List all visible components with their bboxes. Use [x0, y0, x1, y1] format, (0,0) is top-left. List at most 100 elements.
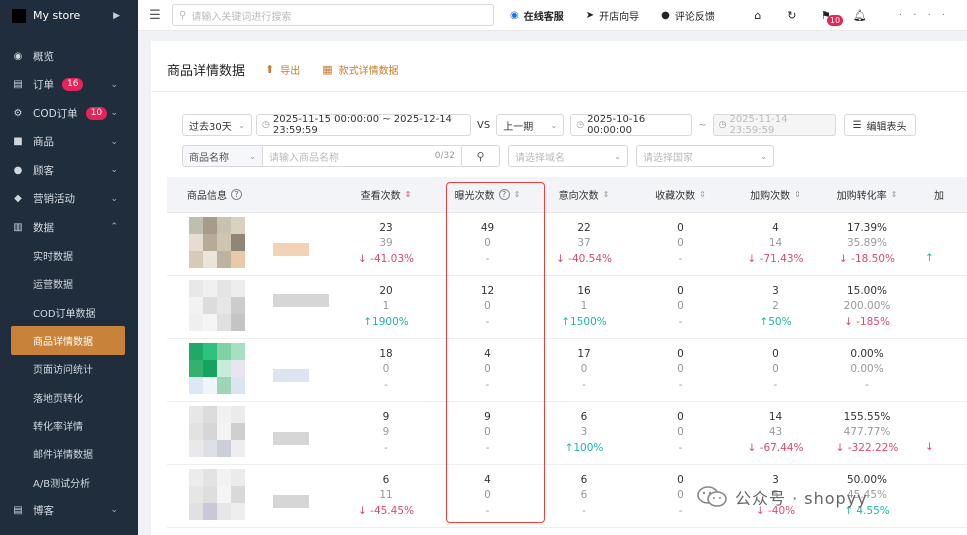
- current-value: 22: [577, 221, 591, 234]
- sort-icon[interactable]: ⇕: [891, 190, 898, 199]
- sidebar-item-product[interactable]: ■ 商品 ⌄: [0, 128, 138, 157]
- change-value: ↓ -67.44%: [747, 441, 804, 454]
- product-thumbnail[interactable]: [167, 339, 332, 401]
- hamburger-menu-icon[interactable]: ☰: [138, 8, 172, 23]
- sidebar-subitem[interactable]: 运营数据: [0, 270, 138, 298]
- current-value: 6: [580, 410, 588, 423]
- customer-icon: ●: [13, 164, 23, 176]
- previous-value: 35.89%: [846, 237, 888, 250]
- domain-select[interactable]: 请选择域名 ⌄: [508, 145, 628, 167]
- period-select[interactable]: 过去30天 ⌄: [182, 114, 252, 136]
- sort-icon[interactable]: ⇕: [405, 190, 412, 199]
- topnav-comment[interactable]: ● 评论反馈: [661, 8, 715, 23]
- sidebar-subitem[interactable]: 落地页转化: [0, 383, 138, 411]
- column-header[interactable]: 意向次数 ⇕: [535, 187, 633, 202]
- count-badge: 10: [85, 106, 108, 120]
- country-select[interactable]: 请选择国家 ⌄: [636, 145, 774, 167]
- current-value: 15.00%: [846, 284, 888, 297]
- date-range-picker[interactable]: ◷ 2025-11-15 00:00:00 ~ 2025-12-14 23:59…: [256, 114, 471, 136]
- change-value: ↓ -18.50%: [839, 252, 895, 265]
- sidebar-subitem[interactable]: 转化率详情: [0, 411, 138, 439]
- change-value: -: [384, 441, 388, 454]
- bell-icon[interactable]: 🔔︎: [843, 9, 877, 22]
- table-row[interactable]: 9 9 - 9 0 - 6 3 ↑100% 0 0 - 14 43 ↓ -67.44% 155.55% 477.…: [167, 402, 967, 465]
- product-search-button[interactable]: ⚲: [461, 146, 499, 166]
- sort-icon[interactable]: ⇕: [699, 190, 706, 199]
- metric-cell: 12 0 -: [440, 276, 535, 338]
- clock-icon: ◷: [576, 120, 585, 130]
- column-header[interactable]: 加购次数 ⇕: [728, 187, 823, 202]
- refresh-icon[interactable]: ↻: [775, 9, 809, 22]
- metric-cell: 155.55% 477.77% ↓ -322.22%: [823, 402, 911, 464]
- change-value: -: [678, 441, 683, 454]
- current-value: 3: [772, 284, 779, 297]
- product-thumbnail[interactable]: [167, 402, 332, 464]
- previous-value: 0: [484, 300, 491, 313]
- change-value: ↑: [925, 252, 934, 265]
- edit-header-button[interactable]: ☰ 编辑表头: [843, 114, 916, 136]
- comment-icon: ●: [661, 9, 670, 21]
- sidebar-subitem[interactable]: 商品详情数据: [11, 326, 125, 355]
- product-thumbnail[interactable]: [167, 213, 332, 275]
- column-header[interactable]: 查看次数 ⇕: [332, 187, 440, 202]
- sidebar-subitem[interactable]: COD订单数据: [0, 298, 138, 326]
- table-row[interactable]: 23 39 ↓ -41.03% 49 0 - 22 37 ↓ -40.54% 0 0 - 4 14 ↓ -7…: [167, 213, 967, 276]
- metric-cell: 14 43 ↓ -67.44%: [728, 402, 823, 464]
- chevron-icon: ⌄: [110, 108, 118, 119]
- chevron-icon: ⌄: [110, 136, 118, 147]
- support-icon: ◉: [510, 9, 519, 21]
- product-thumbnail[interactable]: [167, 465, 332, 527]
- upload-icon: ⬆: [265, 63, 275, 76]
- change-value: -: [485, 504, 490, 517]
- previous-value: 200.00%: [843, 300, 891, 313]
- sidebar-item-order[interactable]: ▤ 订单 16 ⌄: [0, 71, 138, 100]
- sidebar-subitem[interactable]: 实时数据: [0, 242, 138, 270]
- topnav-support[interactable]: ◉ 在线客服: [510, 8, 564, 23]
- sidebar-item-dashboard[interactable]: ◉ 概览: [0, 42, 138, 71]
- sidebar-item-chart[interactable]: ▥ 数据 ⌃: [0, 213, 138, 242]
- current-value: 0: [772, 347, 779, 360]
- product-data-table: 商品信息? 查看次数 ⇕ 曝光次数? ⇕ 意向次数 ⇕ 收藏次数 ⇕ 加购次数 ⇕ 加购转化率 ⇕ 加 2…: [167, 177, 967, 528]
- global-search-input[interactable]: ⚲ 请输入关键词进行搜索: [172, 4, 494, 26]
- home-icon[interactable]: ⌂: [741, 9, 775, 22]
- previous-value: 0: [580, 363, 588, 376]
- compare-start-picker[interactable]: ◷ 2025-10-16 00:00:00: [570, 114, 693, 136]
- metric-cell: 16 1 ↑1500%: [535, 276, 633, 338]
- user-menu[interactable]: · · · ·: [899, 10, 949, 21]
- sidebar-item-customer[interactable]: ● 顾客 ⌄: [0, 156, 138, 185]
- previous-value: 14: [768, 237, 783, 250]
- product-thumbnail[interactable]: [167, 276, 332, 338]
- product-name-input[interactable]: 请输入商品名称 0/32: [263, 146, 461, 166]
- sidebar-subitem[interactable]: 页面访问统计: [0, 355, 138, 383]
- sort-icon[interactable]: ⇕: [603, 190, 610, 199]
- previous-value: 0: [677, 489, 684, 502]
- table-row[interactable]: 18 0 - 4 0 - 17 0 - 0 0 - 0 0 - 0.00% 0.00% -: [167, 339, 967, 402]
- export-button[interactable]: ⬆ 导出: [265, 62, 300, 77]
- metric-cell-partial: [911, 465, 967, 527]
- order-icon: ▤: [13, 79, 23, 91]
- name-type-select[interactable]: 商品名称 ⌄: [183, 146, 263, 166]
- sort-icon[interactable]: ⇕: [794, 190, 801, 199]
- change-value: -: [678, 504, 683, 517]
- sidebar-item-cod[interactable]: ⚙ COD订单 10 ⌄: [0, 99, 138, 128]
- compare-select[interactable]: 上一期 ⌄: [496, 114, 565, 136]
- sidebar-item-blog[interactable]: ▤ 博客 ⌄: [0, 496, 138, 525]
- table-row[interactable]: 20 1 ↑1900% 12 0 - 16 1 ↑1500% 0 0 - 3 2 ↑50% 15.00% 200…: [167, 276, 967, 339]
- sidebar-item-tag[interactable]: ◆ 营销活动 ⌄: [0, 185, 138, 214]
- previous-value: 477.77%: [843, 426, 891, 439]
- help-icon[interactable]: ?: [498, 189, 510, 200]
- column-header[interactable]: 收藏次数 ⇕: [633, 187, 728, 202]
- style-detail-button[interactable]: ▦ 款式详情数据: [322, 62, 398, 77]
- flag-icon[interactable]: ⚑ 10: [809, 9, 844, 26]
- sort-icon[interactable]: ⇕: [514, 190, 521, 199]
- sidebar-subitem[interactable]: A/B测试分析: [0, 468, 138, 496]
- column-header[interactable]: 加购转化率 ⇕: [823, 187, 911, 202]
- sidebar-subitem[interactable]: 邮件详情数据: [0, 440, 138, 468]
- current-value: 9: [382, 410, 390, 423]
- help-icon[interactable]: ?: [231, 189, 242, 200]
- column-header[interactable]: 曝光次数? ⇕: [440, 187, 535, 202]
- store-switcher[interactable]: My store ▶: [0, 0, 138, 31]
- product-icon: ■: [13, 136, 23, 148]
- metric-cell: 4 0 -: [440, 339, 535, 401]
- topnav-send[interactable]: ➤ 开店向导: [586, 8, 639, 23]
